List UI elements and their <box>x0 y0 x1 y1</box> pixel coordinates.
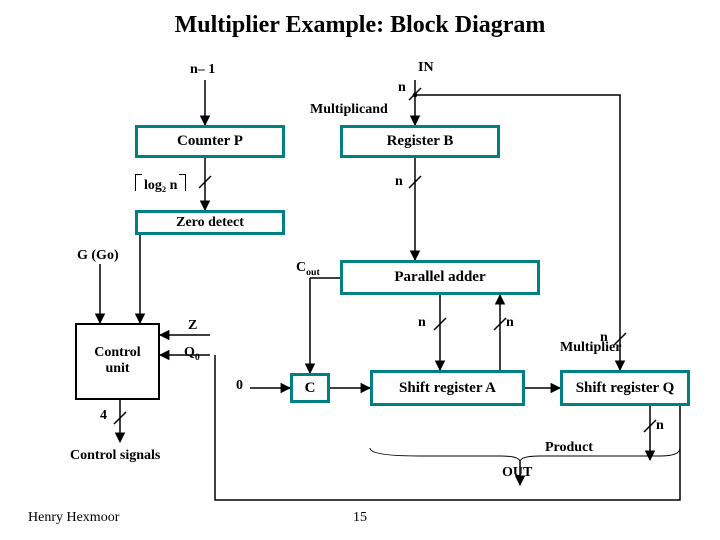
label-zero: 0 <box>236 378 243 394</box>
label-cout: Cout <box>296 260 320 276</box>
block-shift-a: Shift register A <box>370 370 525 406</box>
label-n-in: n <box>398 80 406 96</box>
label-n-minus-1: n– 1 <box>190 62 215 78</box>
label-z: Z <box>188 318 197 334</box>
label-n-regb: n <box>395 174 403 190</box>
block-register-b: Register B <box>340 125 500 158</box>
label-out: OUT <box>502 465 532 481</box>
label-four: 4 <box>100 408 107 424</box>
label-n-adder-down: n <box>418 315 426 331</box>
block-c: C <box>290 373 330 403</box>
footer-page: 15 <box>0 510 720 526</box>
page-title: Multiplier Example: Block Diagram <box>0 12 720 39</box>
label-log2n: log₂ n <box>135 174 186 194</box>
label-g-go: G (Go) <box>77 248 119 264</box>
label-multiplier: Multiplier <box>560 340 621 356</box>
label-n-shiftQ-in: n <box>600 330 608 346</box>
block-zero-detect: Zero detect <box>135 210 285 235</box>
label-control-unit: Control unit <box>85 345 150 377</box>
block-parallel-adder: Parallel adder <box>340 260 540 295</box>
label-q0: Q0 <box>184 345 200 361</box>
label-n-out: n <box>656 418 664 434</box>
label-product: Product <box>545 440 593 456</box>
label-in: IN <box>418 60 434 76</box>
label-multiplicand: Multiplicand <box>310 102 388 118</box>
label-n-shiftA-up: n <box>506 315 514 331</box>
block-counter-p: Counter P <box>135 125 285 158</box>
block-shift-q: Shift register Q <box>560 370 690 406</box>
label-control-signals: Control signals <box>70 448 160 464</box>
